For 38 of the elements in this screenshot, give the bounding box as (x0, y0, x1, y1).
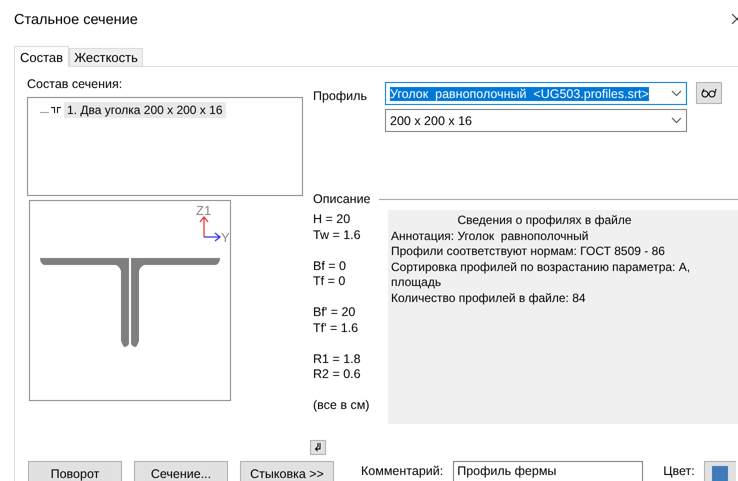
comment-field[interactable]: Профиль фермы (453, 461, 644, 481)
parameter-text: (все в см) (313, 398, 370, 414)
parameter-text: R1 = 1.8 (313, 352, 362, 367)
chevron-down-icon (671, 90, 682, 97)
return-arrow-icon (314, 443, 322, 452)
list-item[interactable]: 1. Два уголка 200 x 200 x 16 (64, 102, 226, 118)
comment-label: Комментарий: (361, 464, 444, 479)
color-label: Цвет: (663, 464, 695, 479)
info-title: Сведения о профилях в файле (456, 213, 633, 228)
action-button[interactable]: Поворот (28, 461, 122, 481)
tab[interactable]: Состав (14, 46, 70, 67)
info-text: Количество профилей в файле: 84 (391, 290, 587, 306)
tab[interactable]: Жесткость (69, 48, 143, 66)
info-text: Аннотация: Уголок равнополочный (391, 228, 590, 244)
group-label: Описание (313, 192, 371, 206)
parameter-text: R2 = 0.6 (313, 367, 362, 382)
parameter-text: Tw = 1.6 (313, 228, 362, 243)
action-button[interactable]: Сечение... (134, 461, 228, 481)
parameter-text: Bf = 0 (313, 258, 348, 274)
double-angle-icon (40, 106, 62, 114)
small-button[interactable] (310, 440, 326, 455)
dropdown[interactable]: Уголок равнополочный <UG503.profiles.srt> (385, 82, 687, 105)
glasses-icon (701, 88, 717, 98)
info-text: Профили соответствуют нормам: ГОСТ 8509 - 86 (391, 244, 666, 260)
parameter-text: Bf' = 20 (313, 305, 356, 320)
list-label: Состав сечения: (27, 77, 124, 93)
axes-drawing: Z1 Y (196, 203, 230, 245)
parameter-text: H = 20 (313, 212, 352, 228)
parameter-text: Tf' = 1.6 (313, 320, 360, 336)
chevron-down-icon (671, 117, 682, 124)
action-button[interactable]: Стыковка >> (240, 461, 334, 481)
info-text: Сортировка профилей по возрастанию параметра: А, площадь (391, 260, 692, 290)
field-label: Профиль (313, 88, 368, 105)
color-button[interactable] (704, 461, 736, 481)
parameter-text: Tf = 0 (313, 274, 346, 290)
window-title: Стальное сечение (14, 12, 138, 28)
dropdown[interactable]: 200 x 200 x 16 (385, 109, 687, 132)
glasses-button[interactable] (696, 82, 722, 104)
